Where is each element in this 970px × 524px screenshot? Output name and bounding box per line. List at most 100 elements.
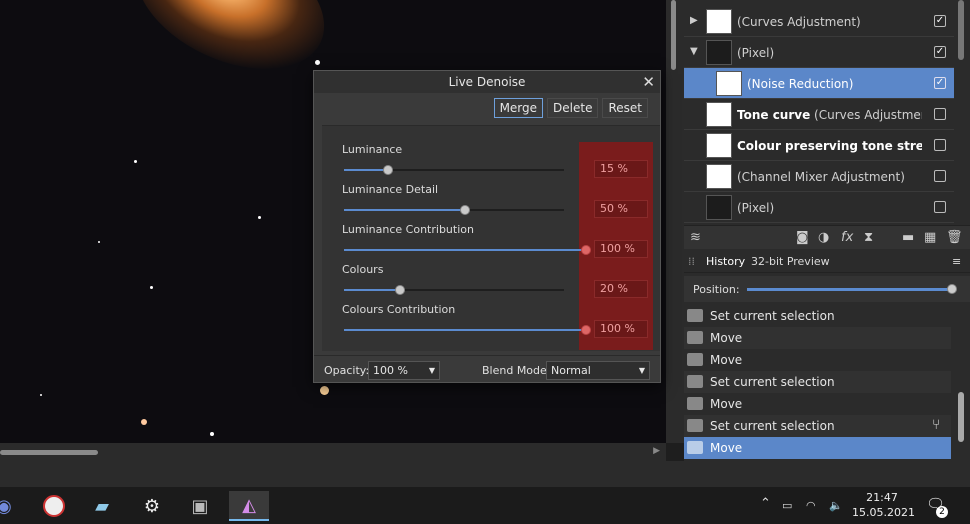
visibility-checkbox[interactable] bbox=[934, 108, 946, 120]
luminance-contribution-slider[interactable] bbox=[344, 245, 591, 255]
battery-icon[interactable]: ▭ bbox=[782, 499, 792, 512]
settings-gear-icon[interactable]: ⚙ bbox=[136, 491, 168, 521]
notifications-icon[interactable]: 🗨 2 bbox=[926, 495, 948, 518]
history-item[interactable]: Set current selection bbox=[684, 371, 951, 393]
star bbox=[40, 394, 42, 396]
position-slider-knob[interactable] bbox=[947, 284, 957, 294]
dialog-title: Live Denoise bbox=[448, 75, 526, 89]
chevron-up-icon[interactable]: ⌃ bbox=[760, 496, 771, 511]
star bbox=[98, 241, 100, 243]
photo-viewer-icon[interactable]: ▣ bbox=[184, 491, 216, 521]
dialog-titlebar[interactable]: Live Denoise ✕ bbox=[314, 71, 660, 93]
grip-icon[interactable]: ⁞⁞ bbox=[688, 255, 695, 268]
opacity-dropdown[interactable]: 100 % ▼ bbox=[368, 361, 440, 380]
colours-slider[interactable] bbox=[344, 285, 564, 295]
visibility-checkbox[interactable] bbox=[934, 201, 946, 213]
camera-icon bbox=[687, 375, 703, 388]
new-pixel-layer-icon[interactable]: ▦ bbox=[924, 230, 936, 245]
notes-app-icon[interactable]: ▰ bbox=[86, 491, 118, 521]
slider-knob[interactable] bbox=[394, 285, 405, 295]
branch-icon[interactable]: ⑂ bbox=[932, 417, 940, 433]
star bbox=[315, 60, 320, 65]
star bbox=[258, 216, 261, 219]
mask-icon[interactable]: ◙ bbox=[796, 230, 809, 245]
history-item[interactable]: Set current selection ⑂ bbox=[684, 415, 951, 437]
luminance-label: Luminance bbox=[342, 143, 403, 156]
layers-scrollbar[interactable] bbox=[954, 0, 970, 222]
layer-name: (Channel Mixer Adjustment) bbox=[737, 170, 905, 184]
reset-button[interactable]: Reset bbox=[602, 98, 648, 118]
tab-32bit-preview[interactable]: 32-bit Preview bbox=[751, 255, 830, 268]
scrollbar-thumb[interactable] bbox=[671, 0, 676, 70]
colours-value[interactable]: 20 % bbox=[594, 280, 648, 298]
scrollbar-thumb[interactable] bbox=[958, 392, 964, 442]
scroll-right-icon[interactable]: ▶ bbox=[653, 446, 660, 456]
layer-row[interactable]: (Channel Mixer Adjustment) bbox=[684, 161, 954, 192]
history-item[interactable]: Move bbox=[684, 349, 951, 371]
clock-time: 21:47 bbox=[866, 491, 898, 504]
discord-icon[interactable]: ◉ bbox=[0, 491, 20, 521]
visibility-checkbox[interactable] bbox=[934, 139, 946, 151]
canvas-horizontal-scrollbar[interactable]: ▶ bbox=[0, 443, 666, 461]
colours-contribution-slider[interactable] bbox=[344, 325, 591, 335]
layer-row[interactable]: ▶ (Curves Adjustment) ✓ bbox=[684, 6, 954, 37]
colours-contribution-value[interactable]: 100 % bbox=[594, 320, 648, 338]
layer-thumbnail bbox=[706, 164, 732, 189]
luminance-value[interactable]: 15 % bbox=[594, 160, 648, 178]
luminance-detail-value[interactable]: 50 % bbox=[594, 200, 648, 218]
visibility-checkbox[interactable]: ✓ bbox=[934, 77, 946, 89]
collapse-icon[interactable]: ▼ bbox=[690, 46, 698, 57]
layers-stack-icon[interactable]: ≋ bbox=[690, 230, 701, 245]
live-filter-icon[interactable]: ⧗ bbox=[864, 230, 873, 245]
delete-button[interactable]: Delete bbox=[547, 98, 599, 118]
layer-row[interactable]: Tone curve (Curves Adjustment) bbox=[684, 99, 954, 130]
luminance-detail-slider[interactable] bbox=[344, 205, 564, 215]
star bbox=[210, 432, 214, 436]
navigation-app-icon[interactable] bbox=[38, 491, 70, 521]
layer-name: Colour preserving tone stretch... bbox=[737, 139, 922, 153]
luminance-slider[interactable] bbox=[344, 165, 564, 175]
visibility-checkbox[interactable]: ✓ bbox=[934, 15, 946, 27]
camera-icon bbox=[687, 441, 703, 454]
slider-fill bbox=[344, 289, 400, 291]
layer-row[interactable]: ▼ (Pixel) ✓ bbox=[684, 37, 954, 68]
chevron-down-icon: ▼ bbox=[428, 366, 435, 375]
system-clock[interactable]: 21:47 15.05.2021 bbox=[852, 490, 915, 520]
tab-history[interactable]: History bbox=[706, 255, 745, 268]
luminance-contribution-value[interactable]: 100 % bbox=[594, 240, 648, 258]
volume-icon[interactable]: 🔈 bbox=[829, 499, 843, 512]
folder-icon[interactable]: ▬ bbox=[902, 230, 914, 245]
history-item[interactable]: Move bbox=[684, 393, 951, 415]
history-scrollbar[interactable] bbox=[955, 300, 967, 460]
affinity-photo-icon[interactable]: ◭ bbox=[229, 491, 269, 521]
luminance-contribution-label: Luminance Contribution bbox=[342, 223, 474, 236]
layer-row-selected[interactable]: (Noise Reduction) ✓ bbox=[684, 68, 954, 99]
visibility-checkbox[interactable]: ✓ bbox=[934, 46, 946, 58]
layer-row[interactable]: (Pixel) bbox=[684, 192, 954, 223]
adjustment-icon[interactable]: ◑ bbox=[818, 230, 829, 245]
slider-knob[interactable] bbox=[460, 205, 470, 215]
slider-knob[interactable] bbox=[581, 325, 591, 335]
blend-mode-dropdown[interactable]: Normal ▼ bbox=[546, 361, 650, 380]
luminance-detail-label: Luminance Detail bbox=[342, 183, 439, 196]
colours-label: Colours bbox=[342, 263, 384, 276]
wifi-icon[interactable]: ◠ bbox=[806, 499, 816, 512]
slider-knob[interactable] bbox=[382, 165, 393, 175]
slider-knob[interactable] bbox=[581, 245, 591, 255]
panel-menu-icon[interactable]: ≡ bbox=[952, 255, 961, 268]
visibility-checkbox[interactable] bbox=[934, 170, 946, 182]
history-item-selected[interactable]: Move bbox=[684, 437, 951, 459]
fx-icon[interactable]: fx bbox=[841, 230, 853, 245]
scrollbar-thumb[interactable] bbox=[958, 0, 964, 60]
canvas-vertical-scrollbar[interactable] bbox=[666, 0, 684, 443]
history-item[interactable]: Move bbox=[684, 327, 951, 349]
expand-icon[interactable]: ▶ bbox=[690, 15, 698, 26]
star bbox=[141, 419, 147, 425]
scrollbar-thumb[interactable] bbox=[0, 450, 98, 455]
merge-button[interactable]: Merge bbox=[493, 98, 544, 118]
delete-icon[interactable]: 🗑 bbox=[946, 230, 963, 245]
close-icon[interactable]: ✕ bbox=[642, 71, 655, 93]
history-item[interactable]: Set current selection bbox=[684, 305, 951, 327]
layer-row[interactable]: Colour preserving tone stretch... bbox=[684, 130, 954, 161]
position-slider[interactable] bbox=[747, 288, 953, 291]
